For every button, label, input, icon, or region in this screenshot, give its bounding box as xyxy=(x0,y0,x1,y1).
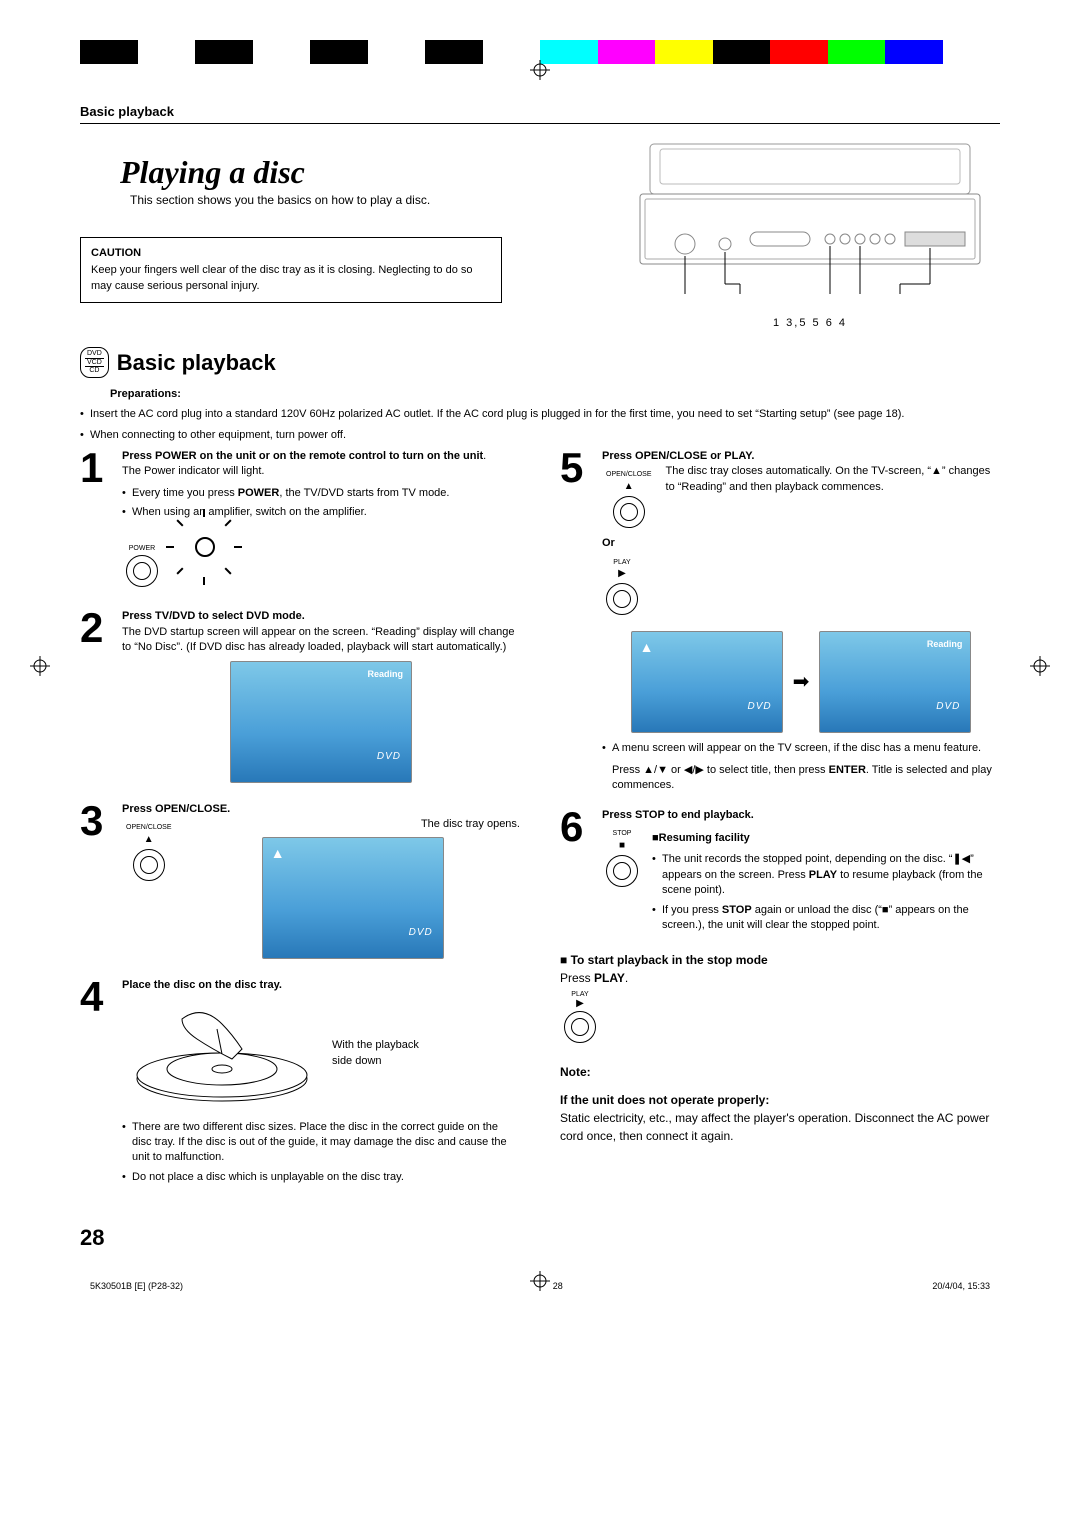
open-close-button-icon: OPEN/CLOSE▲ xyxy=(606,470,652,530)
step-text: Press ▲/▼ or ◀/▶ to select title, then p… xyxy=(602,763,1000,794)
step-heading: Press POWER on the unit or on the remote… xyxy=(122,450,483,462)
step-heading: Press TV/DVD to select DVD mode. xyxy=(122,610,305,622)
page-subtitle: This section shows you the basics on how… xyxy=(130,193,600,207)
tv-screen-figure: Reading DVD xyxy=(230,661,412,783)
step-heading: Press OPEN/CLOSE or PLAY. xyxy=(602,450,754,462)
stop-button-icon: STOP■ xyxy=(606,829,638,933)
eject-icon: ▲ xyxy=(271,844,285,864)
step-text: The DVD startup screen will appear on th… xyxy=(122,626,515,653)
step-text: The Power indicator will light. xyxy=(122,465,264,477)
screen-transition-figure: ▲DVD ➡ ReadingDVD xyxy=(602,631,1000,733)
step-number: 4 xyxy=(80,978,112,1191)
step-number: 6 xyxy=(560,808,592,940)
step-number: 5 xyxy=(560,449,592,794)
step-number: 2 xyxy=(80,609,112,787)
power-button-icon: POWER xyxy=(126,544,158,590)
device-front-diagram: 1 3,5 5 6 4 xyxy=(620,134,1000,329)
step-2: 2 Press TV/DVD to select DVD mode. The D… xyxy=(80,609,520,787)
header-breadcrumb: Basic playback xyxy=(80,104,1000,119)
caution-heading: CAUTION xyxy=(91,246,491,261)
registration-mark-left xyxy=(30,656,50,676)
restart-body: Press PLAY. xyxy=(560,971,1000,985)
disc-tray-figure xyxy=(122,999,322,1109)
tv-screen-figure: ▲ DVD xyxy=(262,837,444,959)
step-text: The disc tray closes automatically. On t… xyxy=(666,464,1000,623)
header-rule xyxy=(80,123,1000,124)
step-5: 5 Press OPEN/CLOSE or PLAY. OPEN/CLOSE▲ … xyxy=(560,449,1000,794)
diagram-callout-labels: 1 3,5 5 6 4 xyxy=(620,317,1000,329)
step-heading: Press STOP to end playback. xyxy=(602,809,754,821)
list-item: Do not place a disc which is unplayable … xyxy=(122,1170,520,1185)
open-close-button-icon: OPEN/CLOSE▲ xyxy=(126,823,172,883)
dvd-logo: DVD xyxy=(409,926,433,940)
list-item: If you press STOP again or unload the di… xyxy=(652,903,1000,934)
play-button-icon: PLAY▶ xyxy=(606,558,638,618)
step-1: 1 Press POWER on the unit or on the remo… xyxy=(80,449,520,595)
step-6: 6 Press STOP to end playback. STOP■ ■Res… xyxy=(560,808,1000,940)
resuming-heading: ■Resuming facility xyxy=(652,831,1000,846)
section-heading: DVD VCD CD Basic playback xyxy=(80,347,1000,378)
step-number: 1 xyxy=(80,449,112,595)
list-item: There are two different disc sizes. Plac… xyxy=(122,1120,520,1166)
indicator-light-icon xyxy=(185,527,225,567)
step-3: 3 Press OPEN/CLOSE. OPEN/CLOSE▲ The disc… xyxy=(80,802,520,965)
list-item: Every time you press POWER, the TV/DVD s… xyxy=(122,486,520,501)
step-heading: Place the disc on the disc tray. xyxy=(122,979,282,991)
dvd-logo: DVD xyxy=(377,750,401,764)
or-label: Or xyxy=(602,537,615,549)
right-column: 5 Press OPEN/CLOSE or PLAY. OPEN/CLOSE▲ … xyxy=(560,449,1000,1145)
figure-caption: With the playback side down xyxy=(332,1038,422,1069)
footer-right: 20/4/04, 15:33 xyxy=(932,1281,990,1291)
list-item: When connecting to other equipment, turn… xyxy=(80,427,1000,444)
list-item: The unit records the stopped point, depe… xyxy=(652,852,1000,898)
preparations-heading: Preparations: xyxy=(110,388,1000,400)
page-title: Playing a disc xyxy=(120,154,600,191)
registration-mark-top xyxy=(530,60,550,80)
restart-heading: ■ To start playback in the stop mode xyxy=(560,953,1000,967)
registration-mark-right xyxy=(1030,656,1050,676)
left-column: 1 Press POWER on the unit or on the remo… xyxy=(80,449,520,1205)
caution-box: CAUTION Keep your fingers well clear of … xyxy=(80,237,502,303)
arrow-right-icon: ➡ xyxy=(793,668,810,696)
list-item: A menu screen will appear on the TV scre… xyxy=(602,741,1000,756)
footer-mid: 28 xyxy=(553,1281,563,1291)
section-heading-text: Basic playback xyxy=(117,350,276,376)
step-number: 3 xyxy=(80,802,112,965)
step-heading: Press OPEN/CLOSE. xyxy=(122,803,230,815)
page-number: 28 xyxy=(80,1225,1000,1251)
screen-status: Reading xyxy=(367,668,403,681)
manual-page: Basic playback Playing a disc This secti… xyxy=(0,0,1080,1331)
registration-mark-bottom xyxy=(530,1271,550,1291)
play-button-icon: PLAY▶ xyxy=(564,991,596,1045)
step-4: 4 Place the disc on the disc tray. With … xyxy=(80,978,520,1191)
disc-type-badge: DVD VCD CD xyxy=(80,347,109,378)
note-subheading: If the unit does not operate properly: xyxy=(560,1093,1000,1107)
note-body: Static electricity, etc., may affect the… xyxy=(560,1109,1000,1145)
caution-body: Keep your fingers well clear of the disc… xyxy=(91,263,491,294)
preparations-list: Insert the AC cord plug into a standard … xyxy=(80,406,1000,443)
list-item: When using an amplifier, switch on the a… xyxy=(122,505,520,520)
step-text: The disc tray opens. xyxy=(186,817,520,832)
footer-left: 5K30501B [E] (P28-32) xyxy=(90,1281,183,1291)
list-item: Insert the AC cord plug into a standard … xyxy=(80,406,1000,423)
note-heading: Note: xyxy=(560,1065,1000,1079)
